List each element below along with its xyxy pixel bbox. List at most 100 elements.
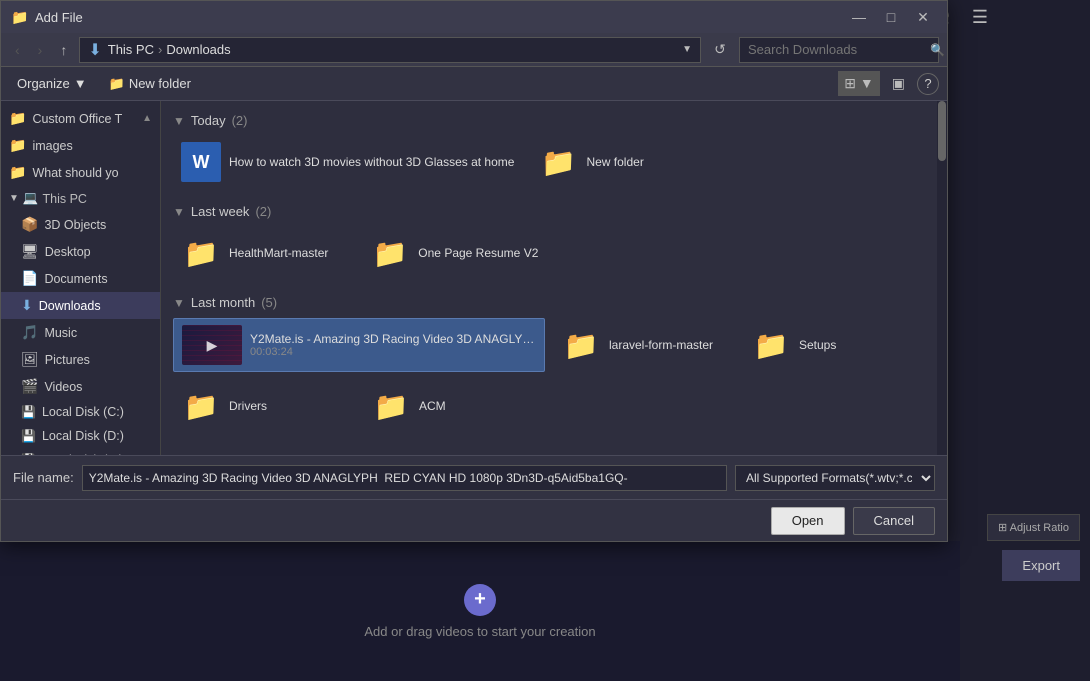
sidebar-item-desktop[interactable]: 🖥 Desktop: [1, 238, 160, 265]
filetype-select[interactable]: All Supported Formats(*.wtv;*.c All File…: [735, 465, 935, 491]
export-button[interactable]: Export: [1002, 550, 1080, 581]
title-bar-title: Add File: [35, 10, 837, 25]
menu-icon[interactable]: ☰: [960, 0, 1000, 35]
file-scroll[interactable]: ▼ Today (2) W How to watch 3D movies wit…: [161, 101, 937, 455]
sidebar-item-pictures[interactable]: 🖼 Pictures: [1, 346, 160, 373]
group-chevron-last-month[interactable]: ▼: [173, 296, 185, 310]
sidebar-item-label: Documents: [44, 272, 152, 286]
file-name: laravel-form-master: [609, 338, 727, 352]
sidebar-item-what-should[interactable]: 📁 What should yo: [1, 159, 160, 186]
sidebar-item-videos[interactable]: 🎬 Videos: [1, 373, 160, 400]
file-grid-last-month: ▶ Y2Mate.is - Amazing 3D Racing Video 3D…: [173, 318, 925, 432]
refresh-button[interactable]: ↺: [707, 37, 733, 63]
back-button[interactable]: ‹: [9, 39, 26, 61]
minimize-button[interactable]: —: [845, 6, 873, 28]
title-bar-controls: — □ ✕: [845, 6, 937, 28]
expand-chevron: ▼: [9, 193, 19, 204]
file-item-how-to-watch[interactable]: W How to watch 3D movies without 3D Glas…: [173, 136, 522, 188]
organize-chevron: ▼: [74, 76, 87, 91]
sidebar-item-local-disk-d[interactable]: 💾 Local Disk (D:): [1, 424, 160, 448]
file-name: New folder: [586, 155, 648, 169]
file-info: Setups: [799, 338, 917, 352]
sidebar-item-label: Local Disk (C:): [42, 405, 152, 419]
play-icon: ▶: [207, 337, 218, 354]
address-dropdown-button[interactable]: ▼: [682, 44, 692, 55]
file-info: HealthMart-master: [229, 246, 346, 260]
this-pc-label: This PC: [42, 192, 86, 206]
file-info: Y2Mate.is - Amazing 3D Racing Video 3D A…: [250, 332, 536, 358]
up-button[interactable]: ↑: [54, 39, 73, 61]
file-item-new-folder[interactable]: 📁 New folder: [530, 136, 656, 188]
file-label: File name:: [13, 470, 74, 485]
sidebar-item-label: Downloads: [39, 299, 152, 313]
sidebar-item-downloads[interactable]: ⬇ Downloads: [1, 292, 160, 319]
group-label-last-month: Last month: [191, 295, 255, 310]
sidebar-item-documents[interactable]: 📄 Documents: [1, 265, 160, 292]
dialog-actions: Open Cancel: [1, 499, 947, 541]
organize-label: Organize: [17, 76, 70, 91]
group-header-today: ▼ Today (2): [173, 113, 925, 128]
file-name: How to watch 3D movies without 3D Glasse…: [229, 155, 514, 169]
group-label-today: Today: [191, 113, 226, 128]
sidebar-item-music[interactable]: 🎵 Music: [1, 319, 160, 346]
preview-view-button[interactable]: ▣: [886, 71, 911, 96]
forward-button[interactable]: ›: [32, 39, 49, 61]
adjust-ratio-button[interactable]: ⊞ Adjust Ratio: [987, 514, 1080, 541]
sidebar-item-label: 3D Objects: [44, 218, 152, 232]
group-chevron-today[interactable]: ▼: [173, 114, 185, 128]
folder-icon: 📁: [9, 110, 26, 127]
disk-icon: 💾: [21, 429, 36, 443]
sidebar-item-3d-objects[interactable]: 📦 3D Objects: [1, 211, 160, 238]
open-button[interactable]: Open: [771, 507, 845, 535]
scrollbar-track[interactable]: [937, 101, 947, 455]
folder-icon: 📁: [538, 142, 578, 182]
expand-icon: ▲: [142, 113, 152, 124]
sidebar-item-custom-office[interactable]: 📁 Custom Office T ▲: [1, 105, 160, 132]
new-folder-button[interactable]: 📁 New folder: [101, 72, 199, 96]
maximize-button[interactable]: □: [877, 6, 905, 28]
file-item-healthmart[interactable]: 📁 HealthMart-master: [173, 227, 354, 279]
sidebar-item-label: images: [32, 139, 152, 153]
folder-icon: 📁: [9, 164, 26, 181]
grid-view-button[interactable]: ⊞ ▼: [838, 71, 879, 96]
cancel-button[interactable]: Cancel: [853, 507, 935, 535]
sidebar-item-label: Custom Office T: [32, 112, 136, 126]
search-icon: 🔍: [930, 43, 945, 57]
file-item-laravel[interactable]: 📁 laravel-form-master: [553, 318, 735, 372]
sidebar-group-this-pc[interactable]: ▼ 💻 This PC: [1, 186, 160, 211]
address-bar[interactable]: ⬇ This PC › Downloads ▼: [79, 37, 701, 63]
new-folder-icon: 📁: [109, 76, 125, 92]
command-bar: Organize ▼ 📁 New folder ⊞ ▼ ▣ ?: [1, 67, 947, 101]
file-item-drivers[interactable]: 📁 Drivers: [173, 380, 355, 432]
add-plus-icon[interactable]: +: [464, 584, 496, 616]
close-button[interactable]: ✕: [909, 6, 937, 28]
folder-icon: 📁: [181, 233, 221, 273]
sidebar-item-local-disk-c[interactable]: 💾 Local Disk (C:): [1, 400, 160, 424]
help-button[interactable]: ?: [917, 73, 939, 95]
downloads-icon: ⬇: [21, 297, 33, 314]
file-item-acm[interactable]: 📁 ACM: [363, 380, 545, 432]
file-item-setups[interactable]: 📁 Setups: [743, 318, 925, 372]
sidebar-item-images[interactable]: 📁 images: [1, 132, 160, 159]
folder-icon: 📁: [9, 137, 26, 154]
filename-input[interactable]: [82, 465, 727, 491]
file-item-y2mate[interactable]: ▶ Y2Mate.is - Amazing 3D Racing Video 3D…: [173, 318, 545, 372]
group-chevron-last-week[interactable]: ▼: [173, 205, 185, 219]
group-label-last-week: Last week: [191, 204, 250, 219]
sidebar-item-label: Music: [44, 326, 152, 340]
file-item-one-page-resume[interactable]: 📁 One Page Resume V2: [362, 227, 546, 279]
organize-button[interactable]: Organize ▼: [9, 72, 95, 95]
scrollbar-thumb[interactable]: [938, 101, 946, 161]
search-input[interactable]: [748, 42, 924, 57]
group-count-last-month: (5): [261, 295, 277, 310]
sidebar-item-local-disk-e[interactable]: 💾 Local Disk (E:): [1, 448, 160, 455]
group-count-today: (2): [232, 113, 248, 128]
file-info: Drivers: [229, 399, 347, 413]
file-duration: 00:03:24: [250, 346, 536, 358]
desktop-icon: 🖥: [21, 243, 39, 260]
video-icon: ▶: [182, 325, 242, 365]
address-toolbar: ‹ › ↑ ⬇ This PC › Downloads ▼ ↺ 🔍: [1, 33, 947, 67]
title-bar: 📁 Add File — □ ✕: [1, 1, 947, 33]
folder-icon: 📁: [561, 325, 601, 365]
file-name: One Page Resume V2: [418, 246, 538, 260]
